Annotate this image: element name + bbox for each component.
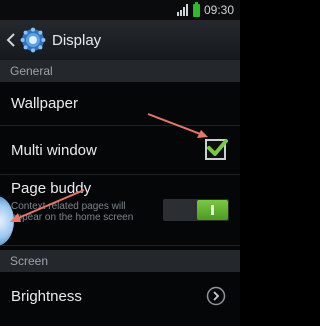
setting-page-buddy-summary: Context related pages will appear on the…: [11, 201, 134, 223]
page-title: Display: [52, 31, 102, 49]
section-label-screen: Screen: [10, 254, 49, 268]
setting-multi-window-title: Multi window: [11, 142, 97, 159]
setting-brightness-title: Brightness: [11, 288, 82, 305]
section-label-general: General: [10, 64, 53, 78]
back-arrow-icon: [6, 33, 15, 47]
chevron-right-icon[interactable]: [206, 286, 226, 306]
display-settings-screen: 09:30 Display General Wallpaper Multi wi…: [0, 0, 240, 326]
section-header-screen: Screen: [0, 250, 240, 272]
multi-window-checkbox[interactable]: [205, 139, 228, 160]
action-bar: Display: [0, 20, 240, 60]
setting-multi-window[interactable]: Multi window: [0, 126, 240, 175]
signal-icon: [176, 4, 188, 16]
setting-page-buddy-title: Page buddy: [11, 180, 92, 197]
back-button[interactable]: [0, 20, 46, 60]
status-bar: 09:30: [0, 0, 240, 20]
setting-page-buddy[interactable]: Page buddy Context related pages will ap…: [0, 175, 240, 246]
page-buddy-switch-thumb: [197, 200, 228, 220]
page-buddy-switch[interactable]: [163, 199, 229, 221]
check-icon: [207, 139, 228, 156]
display-settings-icon: [20, 27, 46, 53]
setting-wallpaper[interactable]: Wallpaper: [0, 82, 240, 126]
setting-brightness[interactable]: Brightness: [0, 272, 240, 326]
battery-icon: [192, 1, 200, 17]
status-time: 09:30: [203, 3, 234, 17]
section-header-general: General: [0, 60, 240, 82]
setting-wallpaper-title: Wallpaper: [11, 95, 78, 112]
